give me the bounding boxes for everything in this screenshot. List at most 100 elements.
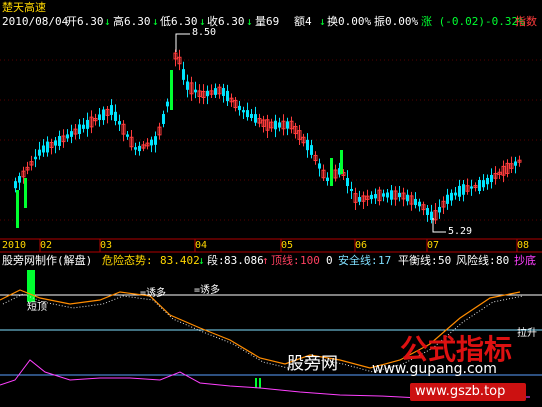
volume-spike bbox=[170, 70, 173, 110]
candle-body bbox=[250, 113, 253, 119]
candle-body bbox=[350, 188, 353, 192]
candle-body bbox=[226, 90, 229, 102]
risk-line-label: 风险线: bbox=[456, 254, 496, 267]
danger-label: 危险态势: bbox=[102, 254, 153, 267]
volume-spike bbox=[24, 178, 27, 208]
candle-body bbox=[462, 184, 465, 195]
candle-body bbox=[206, 90, 209, 97]
stage-label: 段: bbox=[207, 254, 225, 267]
candle-body bbox=[326, 177, 329, 182]
candle-body bbox=[102, 109, 105, 121]
signal-bar bbox=[255, 378, 257, 388]
indicator-name[interactable]: 股旁网制作(解盘) bbox=[2, 255, 92, 266]
candle-body bbox=[98, 114, 101, 120]
candle-body bbox=[406, 194, 409, 202]
candle-body bbox=[162, 114, 165, 124]
risk-line-value: 80 bbox=[496, 254, 510, 267]
candle-body bbox=[414, 198, 417, 206]
candlestick-series bbox=[14, 33, 522, 233]
timeline-year: 2010 bbox=[2, 240, 27, 251]
safe-line-label: 安全线: bbox=[338, 254, 378, 267]
candle-body bbox=[186, 81, 189, 90]
danger-arrow: ↓ bbox=[198, 254, 205, 267]
candle-body bbox=[514, 161, 517, 166]
lure-long-label: =诱多 bbox=[194, 285, 221, 296]
candle-body bbox=[286, 121, 289, 129]
volume-spike bbox=[340, 150, 343, 174]
candle-body bbox=[458, 185, 461, 197]
timeline-month: 06 bbox=[355, 240, 368, 251]
safe-line-value: 17 bbox=[378, 254, 392, 267]
stage-arrow: ↑ bbox=[262, 254, 269, 267]
short-top-label: 短顶 bbox=[27, 302, 47, 313]
bottom-label: 抄底 bbox=[514, 254, 536, 267]
candle-body bbox=[194, 89, 197, 93]
candle-body bbox=[150, 139, 153, 146]
candle-body bbox=[386, 192, 389, 198]
zero-value: 0 bbox=[326, 254, 333, 267]
timeline-month: 05 bbox=[281, 240, 294, 251]
candle-body bbox=[46, 141, 49, 153]
candle-body bbox=[370, 194, 373, 200]
candle-body bbox=[166, 101, 169, 107]
candle-body bbox=[58, 136, 61, 146]
top-line-label: 顶线: bbox=[271, 254, 300, 267]
candle-body bbox=[470, 186, 473, 189]
candle-body bbox=[134, 147, 137, 150]
candle-body bbox=[278, 122, 281, 128]
candle-body bbox=[110, 105, 113, 115]
candle-body bbox=[78, 124, 81, 134]
candle-body bbox=[238, 105, 241, 111]
candle-body bbox=[382, 193, 385, 197]
candle-body bbox=[254, 114, 257, 123]
balance-line-label: 平衡线: bbox=[398, 254, 438, 267]
candle-body bbox=[390, 190, 393, 200]
timeline-month: 04 bbox=[195, 240, 208, 251]
candle-body bbox=[454, 192, 457, 196]
watermark-site-name: 股旁网 bbox=[287, 354, 338, 374]
candle-body bbox=[438, 206, 441, 213]
candle-body bbox=[358, 197, 361, 202]
candle-body bbox=[86, 119, 89, 129]
candle-body bbox=[34, 156, 37, 160]
candle-body bbox=[66, 134, 69, 139]
low-price-label: 5.29 bbox=[448, 226, 473, 237]
candle-body bbox=[310, 145, 313, 155]
pull-up-label: 拉升 bbox=[517, 328, 537, 339]
candle-body bbox=[374, 194, 377, 199]
candle-body bbox=[274, 120, 277, 130]
candle-body bbox=[214, 88, 217, 95]
candle-body bbox=[154, 136, 157, 145]
candle-body bbox=[118, 121, 121, 125]
top-line-value: 100 bbox=[300, 254, 320, 267]
candle-body bbox=[246, 110, 249, 118]
candle-body bbox=[398, 192, 401, 198]
candle-body bbox=[126, 134, 129, 137]
high-price-label: 8.50 bbox=[192, 27, 217, 38]
candle-body bbox=[482, 180, 485, 188]
timeline-month: 03 bbox=[100, 240, 113, 251]
candle-body bbox=[242, 110, 245, 113]
candle-body bbox=[54, 140, 57, 146]
stage-value: 83.086 bbox=[224, 254, 264, 267]
candle-body bbox=[478, 180, 481, 191]
candle-body bbox=[450, 192, 453, 201]
candle-body bbox=[318, 163, 321, 169]
candle-body bbox=[490, 174, 493, 183]
danger-value: 83.402 bbox=[160, 254, 200, 267]
lure-long-label: =诱多 bbox=[140, 288, 167, 299]
timeline-month: 07 bbox=[427, 240, 440, 251]
timeline-month: 02 bbox=[40, 240, 53, 251]
high-pointer bbox=[175, 33, 190, 52]
candle-body bbox=[426, 208, 429, 215]
candle-body bbox=[42, 145, 45, 153]
candle-body bbox=[486, 177, 489, 185]
stock-terminal-window: 楚天高速 2010/08/04 开6.30 ↓ 高6.30 ↓ 低6.30 ↓ … bbox=[0, 0, 542, 407]
candle-body bbox=[306, 139, 309, 151]
candle-body bbox=[14, 181, 17, 189]
logo-url: www.gszb.top bbox=[415, 384, 506, 399]
candle-body bbox=[82, 124, 85, 129]
candle-body bbox=[346, 177, 349, 187]
logo-text: 公式指标 bbox=[400, 333, 513, 366]
volume-spike bbox=[330, 158, 333, 186]
